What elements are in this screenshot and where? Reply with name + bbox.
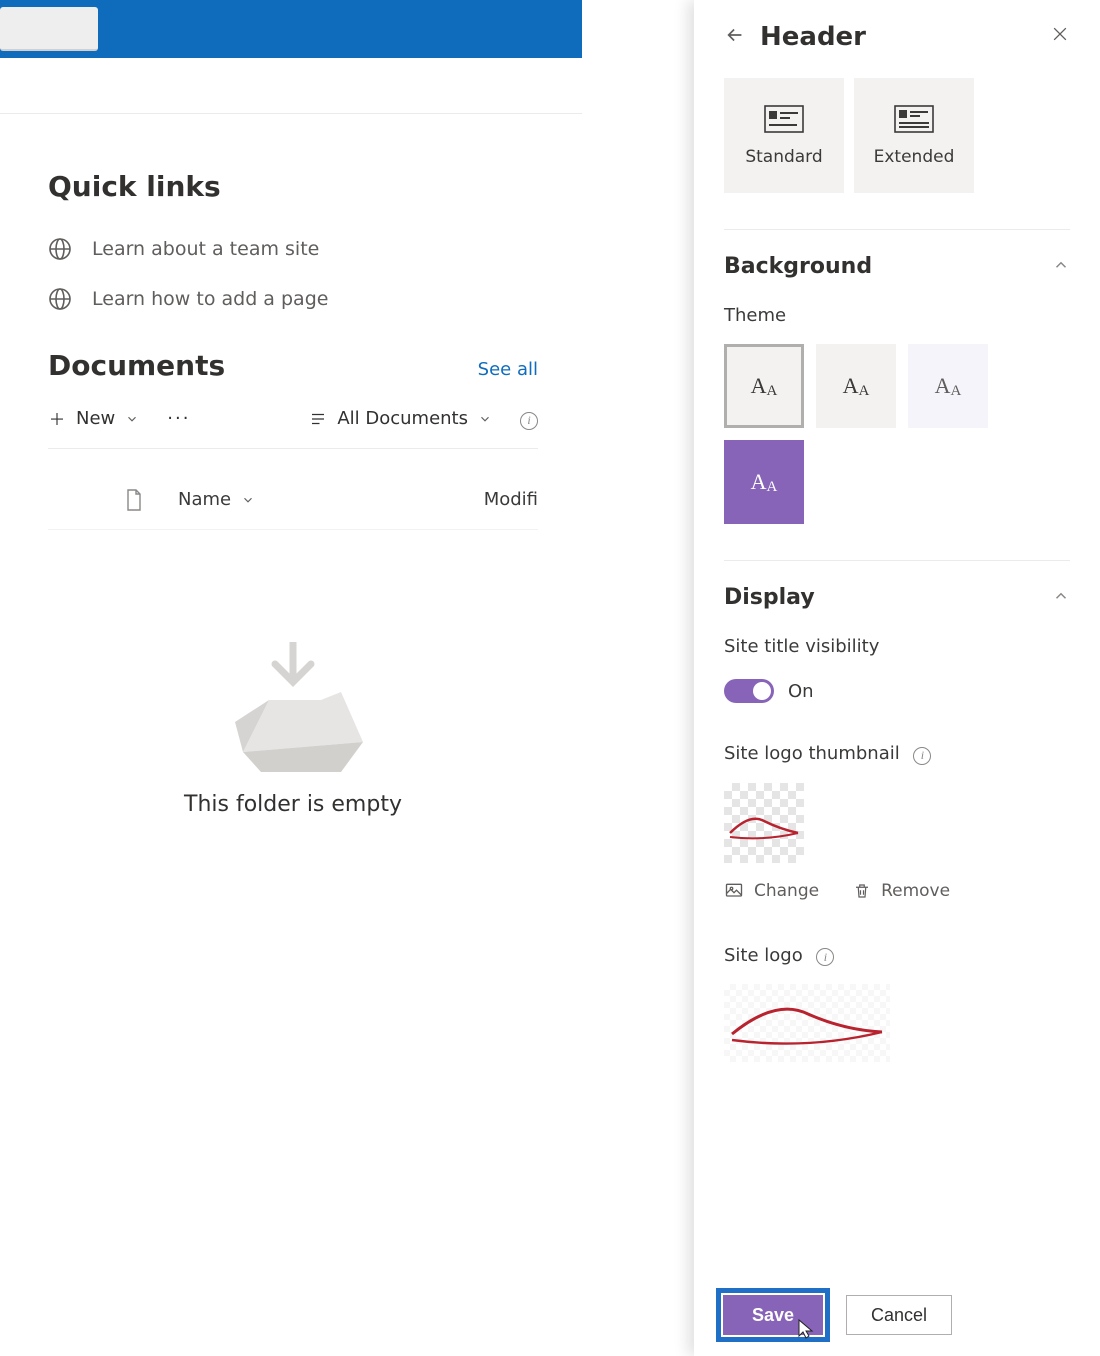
save-button-highlight: Save: [716, 1288, 830, 1342]
aa-icon: AA: [751, 469, 778, 495]
aa-icon: AA: [751, 373, 778, 399]
info-icon[interactable]: i: [816, 948, 834, 966]
layout-label: Standard: [745, 147, 822, 167]
logo-image: [724, 984, 890, 1062]
picture-icon: [724, 881, 744, 901]
panel-title: Header: [760, 22, 1036, 52]
toggle-value: On: [788, 681, 814, 702]
theme-swatch[interactable]: AA: [816, 344, 896, 428]
view-selector-label: All Documents: [337, 408, 468, 429]
file-icon: [116, 489, 152, 511]
cancel-button[interactable]: Cancel: [846, 1295, 952, 1335]
empty-folder-text: This folder is empty: [184, 792, 402, 817]
quick-links-heading: Quick links: [48, 170, 582, 203]
theme-label: Theme: [724, 305, 1070, 326]
chevron-up-icon: [1052, 587, 1070, 609]
empty-folder-state: This folder is empty: [48, 530, 538, 910]
site-logo-label: Site logo i: [724, 945, 1070, 967]
panel-footer: Save Cancel: [694, 1288, 1100, 1342]
header-settings-panel: Header Standard Extend: [694, 0, 1100, 1356]
header-layout-options: Standard Extended: [724, 78, 1070, 193]
theme-swatch[interactable]: AA: [724, 344, 804, 428]
new-button-label: New: [76, 408, 115, 429]
documents-heading: Documents: [48, 349, 225, 382]
plus-icon: [48, 410, 66, 428]
chevron-down-icon: [478, 412, 492, 426]
info-button[interactable]: i: [512, 408, 538, 430]
chevron-up-icon: [1052, 256, 1070, 278]
close-button[interactable]: [1050, 24, 1070, 50]
aa-icon: AA: [935, 373, 962, 399]
theme-swatch[interactable]: AA: [724, 440, 804, 524]
globe-icon: [48, 287, 72, 311]
theme-swatch-grid: AA AA AA AA: [724, 344, 1070, 524]
documents-toolbar: New ··· All Documents i: [48, 408, 538, 449]
logo-image: [724, 783, 804, 863]
quick-link-label: Learn how to add a page: [92, 288, 328, 310]
command-bar: [0, 58, 582, 114]
more-button[interactable]: ···: [167, 408, 190, 429]
background-section-header[interactable]: Background: [724, 229, 1070, 279]
save-button[interactable]: Save: [723, 1295, 823, 1335]
quick-link-item[interactable]: Learn how to add a page: [48, 287, 582, 311]
site-logo-preview[interactable]: [724, 984, 890, 1062]
info-icon[interactable]: i: [913, 747, 931, 765]
theme-swatch[interactable]: AA: [908, 344, 988, 428]
remove-logo-button[interactable]: Remove: [853, 881, 950, 901]
quick-link-label: Learn about a team site: [92, 238, 319, 260]
extended-layout-icon: [894, 105, 934, 133]
section-title: Background: [724, 254, 872, 279]
site-title-visibility-toggle[interactable]: [724, 679, 774, 703]
chevron-down-icon: [125, 412, 139, 426]
chevron-down-icon: [241, 493, 255, 507]
change-logo-button[interactable]: Change: [724, 881, 819, 901]
layout-label: Extended: [874, 147, 955, 167]
back-button[interactable]: [724, 24, 746, 50]
new-button[interactable]: New: [48, 408, 139, 429]
empty-folder-icon: [213, 622, 373, 782]
see-all-link[interactable]: See all: [478, 359, 538, 380]
arrow-left-icon: [724, 24, 746, 46]
column-header-modified[interactable]: Modifi: [484, 489, 538, 510]
documents-column-headers: Name Modifi: [48, 475, 538, 530]
globe-icon: [48, 237, 72, 261]
column-header-name[interactable]: Name: [178, 489, 255, 510]
search-input[interactable]: [0, 7, 98, 51]
site-logo-thumbnail[interactable]: [724, 783, 804, 863]
close-icon: [1050, 24, 1070, 44]
trash-icon: [853, 881, 871, 901]
app-title-bar: [0, 0, 582, 58]
standard-layout-icon: [764, 105, 804, 133]
aa-icon: AA: [843, 373, 870, 399]
main-content: Quick links Learn about a team site Lear…: [0, 114, 582, 910]
site-logo-thumbnail-label: Site logo thumbnail i: [724, 743, 1070, 765]
info-icon: i: [520, 412, 538, 430]
quick-link-item[interactable]: Learn about a team site: [48, 237, 582, 261]
list-icon: [309, 410, 327, 428]
site-title-visibility-label: Site title visibility: [724, 636, 1070, 657]
section-title: Display: [724, 585, 815, 610]
layout-extended[interactable]: Extended: [854, 78, 974, 193]
layout-standard[interactable]: Standard: [724, 78, 844, 193]
display-section-header[interactable]: Display: [724, 560, 1070, 610]
view-selector[interactable]: All Documents: [309, 408, 492, 429]
